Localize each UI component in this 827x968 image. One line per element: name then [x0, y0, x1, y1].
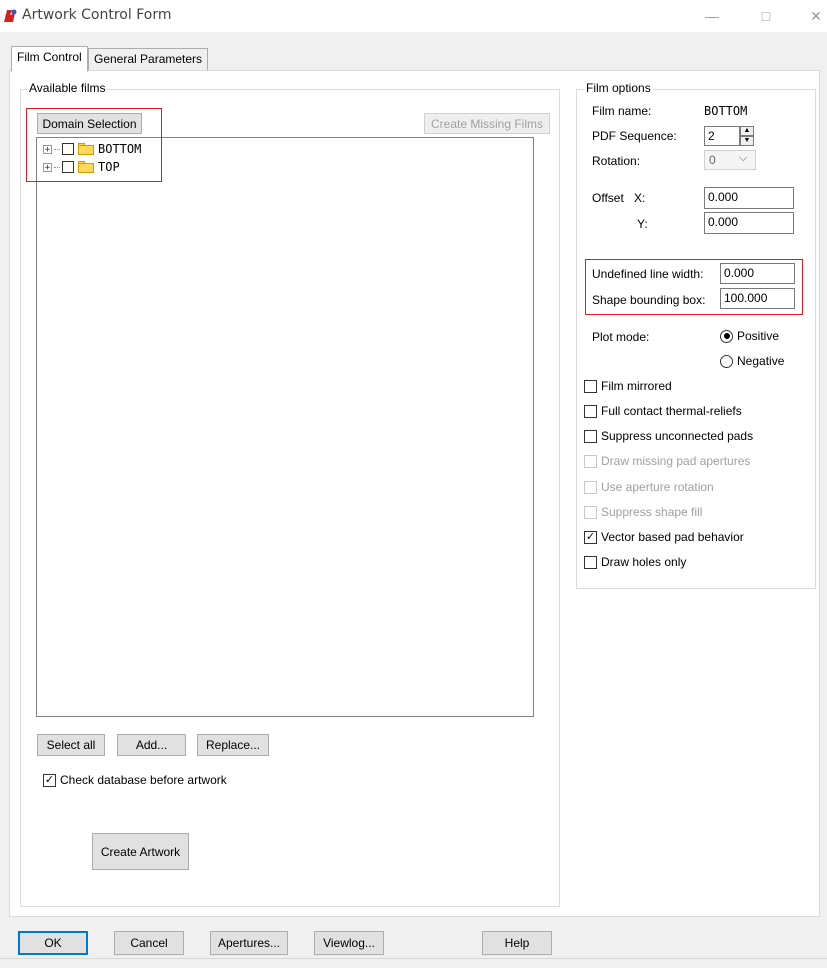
pdf-sequence-spinner[interactable]: 2 ▲ ▼ — [704, 126, 756, 146]
use-aperture-rotation-label: Use aperture rotation — [601, 480, 714, 494]
spin-down-icon[interactable]: ▼ — [740, 136, 754, 146]
select-all-button[interactable]: Select all — [37, 734, 105, 756]
film-mirrored-row[interactable]: Film mirrored — [584, 377, 672, 395]
suppress-shape-fill-checkbox[interactable] — [584, 505, 597, 519]
offset-x-label: X: — [634, 191, 646, 205]
vector-based-pad-behavior-row[interactable]: Vector based pad behavior — [584, 528, 744, 546]
viewlog-button[interactable]: Viewlog... — [314, 931, 384, 955]
add-button[interactable]: Add... — [117, 734, 186, 756]
check-database-row[interactable]: Check database before artwork — [43, 773, 227, 787]
plot-mode-negative[interactable]: Negative — [720, 354, 784, 368]
ok-button[interactable]: OK — [18, 931, 88, 955]
tab-film-control[interactable]: Film Control — [11, 46, 88, 72]
pdf-sequence-label: PDF Sequence: — [592, 129, 677, 143]
chevron-down-icon: ⌵ — [739, 152, 748, 164]
suppress-unconnected-pads-label: Suppress unconnected pads — [601, 429, 754, 443]
film-mirrored-checkbox[interactable] — [584, 379, 597, 393]
check-database-checkbox[interactable] — [43, 773, 56, 787]
full-contact-thermal-reliefs-label: Full contact thermal-reliefs — [601, 404, 742, 418]
positive-radio[interactable] — [720, 329, 733, 343]
negative-radio[interactable] — [720, 354, 733, 368]
vector-based-pad-behavior-label: Vector based pad behavior — [601, 530, 744, 544]
pdf-sequence-input[interactable]: 2 — [704, 126, 740, 146]
spin-up-icon[interactable]: ▲ — [740, 126, 754, 136]
draw-holes-only-checkbox[interactable] — [584, 555, 597, 569]
negative-label: Negative — [737, 354, 785, 368]
offset-y-input[interactable]: 0.000 — [704, 212, 794, 234]
film-mirrored-label: Film mirrored — [601, 379, 672, 393]
create-artwork-button[interactable]: Create Artwork — [92, 833, 189, 870]
draw-missing-pad-apertures-row[interactable]: Draw missing pad apertures — [584, 452, 750, 470]
draw-missing-pad-apertures-label: Draw missing pad apertures — [601, 454, 751, 468]
app-icon — [3, 8, 18, 23]
tab-general-parameters[interactable]: General Parameters — [88, 48, 209, 71]
suppress-shape-fill-row[interactable]: Suppress shape fill — [584, 503, 702, 521]
suppress-shape-fill-label: Suppress shape fill — [601, 505, 703, 519]
draw-holes-only-row[interactable]: Draw holes only — [584, 553, 686, 571]
highlight-box-options — [585, 259, 803, 315]
suppress-unconnected-pads-row[interactable]: Suppress unconnected pads — [584, 427, 753, 445]
full-contact-thermal-reliefs-row[interactable]: Full contact thermal-reliefs — [584, 402, 742, 420]
full-contact-thermal-reliefs-checkbox[interactable] — [584, 404, 597, 418]
film-name-value: BOTTOM — [704, 104, 748, 118]
positive-label: Positive — [737, 329, 780, 343]
film-options-label: Film options — [584, 81, 653, 95]
films-tree[interactable]: + BOTTOM + TOP — [36, 137, 534, 717]
use-aperture-rotation-checkbox[interactable] — [584, 480, 597, 494]
title-bar: Artwork Control Form — □ ✕ — [0, 0, 827, 32]
create-missing-films-button[interactable]: Create Missing Films — [424, 113, 550, 134]
maximize-button[interactable]: □ — [756, 6, 776, 26]
apertures-button[interactable]: Apertures... — [210, 931, 288, 955]
highlight-box-films — [26, 108, 162, 182]
draw-holes-only-label: Draw holes only — [601, 555, 687, 569]
use-aperture-rotation-row[interactable]: Use aperture rotation — [584, 478, 714, 496]
plot-mode-label: Plot mode: — [592, 330, 650, 344]
rotation-value: 0 — [709, 153, 716, 167]
plot-mode-positive[interactable]: Positive — [720, 329, 779, 343]
window-title: Artwork Control Form — [22, 7, 172, 23]
minimize-button[interactable]: — — [702, 6, 722, 26]
check-database-label: Check database before artwork — [60, 773, 227, 787]
offset-x-input[interactable]: 0.000 — [704, 187, 794, 209]
cancel-button[interactable]: Cancel — [114, 931, 184, 955]
rotation-label: Rotation: — [592, 154, 641, 168]
draw-missing-pad-apertures-checkbox[interactable] — [584, 454, 597, 468]
film-name-label: Film name: — [592, 104, 652, 118]
replace-button[interactable]: Replace... — [197, 734, 269, 756]
offset-label: Offset — [592, 191, 624, 205]
available-films-label: Available films — [27, 81, 108, 95]
close-button[interactable]: ✕ — [806, 6, 826, 26]
suppress-unconnected-pads-checkbox[interactable] — [584, 429, 597, 443]
offset-y-label: Y: — [637, 217, 648, 231]
vector-based-pad-behavior-checkbox[interactable] — [584, 530, 597, 544]
rotation-select[interactable]: 0 ⌵ — [704, 150, 756, 170]
help-button[interactable]: Help — [482, 931, 552, 955]
